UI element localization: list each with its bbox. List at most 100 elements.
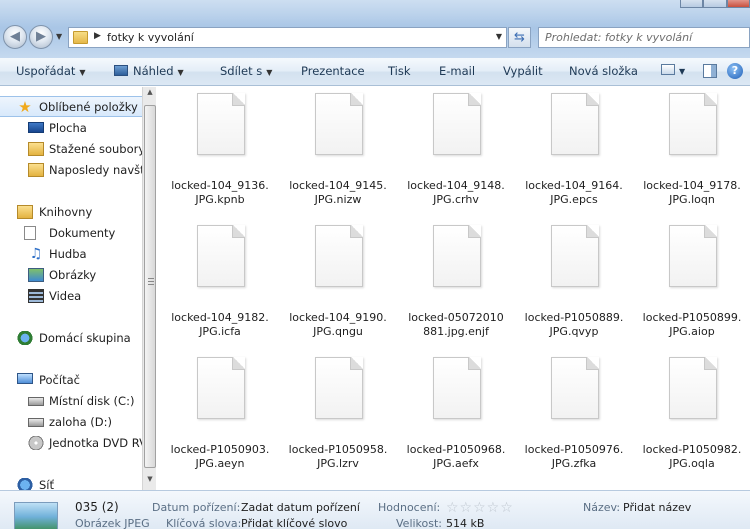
size-value: 514 kB: [446, 517, 485, 529]
star-icon: ★: [18, 98, 32, 116]
change-view-button[interactable]: ▼: [661, 64, 685, 77]
sidebar-item-desktop[interactable]: Plocha: [0, 118, 142, 139]
sidebar-item-backup[interactable]: zaloha (D:): [0, 412, 142, 433]
file-name: locked-104_9190. JPG.qngu: [289, 311, 387, 338]
sidebar-item-pictures[interactable]: Obrázky: [0, 265, 142, 286]
file-item[interactable]: locked-05072010 881.jpg.enjf: [400, 219, 512, 347]
sidebar-item-homegroup[interactable]: Domácí skupina: [0, 328, 142, 349]
file-item[interactable]: locked-P1050976. JPG.zfka: [518, 351, 630, 479]
homegroup-icon: [17, 331, 33, 345]
preview-icon: [114, 65, 128, 76]
sidebar-item-computer[interactable]: Počítač: [0, 370, 142, 391]
sidebar-item-label: Domácí skupina: [39, 331, 131, 345]
file-item[interactable]: locked-P1050958. JPG.lzrv: [282, 351, 394, 479]
maximize-button[interactable]: [703, 0, 727, 8]
file-item[interactable]: locked-104_9136. JPG.kpnb: [164, 87, 276, 215]
keywords-label: Klíčová slova:: [166, 517, 242, 529]
preview-menu[interactable]: Náhled ▼: [114, 64, 184, 78]
hard-disk-icon: [28, 418, 44, 427]
organize-label: Uspořádat: [16, 64, 76, 78]
sidebar-item-label: Oblíbené položky: [39, 100, 138, 114]
chevron-down-icon: ▼: [79, 68, 86, 77]
sidebar-item-recent[interactable]: Naposledy navšti: [0, 160, 142, 181]
blank-file-icon: [669, 357, 717, 419]
rating-stars-icon[interactable]: ☆☆☆☆☆: [446, 500, 514, 516]
keywords-value[interactable]: Přidat klíčové slovo: [241, 517, 347, 529]
file-item[interactable]: locked-104_9190. JPG.qngu: [282, 219, 394, 347]
libraries-icon: [17, 205, 33, 219]
hard-disk-icon: [28, 397, 44, 406]
scroll-up-arrow-icon[interactable]: ▲: [144, 88, 156, 102]
search-box[interactable]: [538, 27, 750, 48]
forward-button[interactable]: ▶: [29, 25, 53, 49]
sidebar-item-label: Počítač: [39, 373, 80, 387]
preview-pane-toggle[interactable]: [703, 64, 717, 78]
date-taken-value[interactable]: Zadat datum pořízení: [241, 501, 360, 514]
print-button[interactable]: Tisk: [388, 64, 411, 78]
recent-pages-dropdown[interactable]: ▼: [56, 32, 62, 41]
blank-file-icon: [315, 357, 363, 419]
blank-file-icon: [315, 225, 363, 287]
search-input[interactable]: [539, 28, 729, 47]
refresh-button[interactable]: ⇆: [508, 27, 531, 48]
title-value[interactable]: Přidat název: [623, 501, 691, 514]
breadcrumb-arrow-icon[interactable]: ▶: [94, 31, 101, 41]
address-dropdown-icon[interactable]: ▼: [496, 32, 502, 41]
file-name: locked-P1050899. JPG.aiop: [642, 311, 742, 338]
sidebar-item-favorites[interactable]: ★ Oblíbené položky: [0, 96, 142, 117]
sidebar-item-libraries[interactable]: Knihovny: [0, 202, 142, 223]
sidebar-item-label: Videa: [49, 289, 82, 303]
scroll-down-arrow-icon[interactable]: ▼: [144, 475, 156, 489]
file-item[interactable]: locked-104_9182. JPG.icfa: [164, 219, 276, 347]
close-button[interactable]: [726, 0, 750, 8]
back-button[interactable]: ◀: [3, 25, 27, 49]
details-pane: 035 (2) Obrázek JPEG Datum pořízení: Zad…: [0, 490, 750, 529]
minimize-button[interactable]: [680, 0, 704, 8]
sidebar-scrollbar[interactable]: ▲ ▼: [142, 87, 156, 490]
address-bar[interactable]: ▶ fotky k vyvolání ▼: [68, 27, 507, 48]
burn-button[interactable]: Vypálit: [503, 64, 543, 78]
sidebar-item-music[interactable]: ♫ Hudba: [0, 244, 142, 265]
slideshow-button[interactable]: Prezentace: [301, 64, 365, 78]
help-icon[interactable]: ?: [727, 63, 743, 79]
breadcrumb-current[interactable]: fotky k vyvolání: [107, 31, 194, 44]
file-item[interactable]: locked-P1050899. JPG.aiop: [636, 219, 748, 347]
file-item[interactable]: locked-P1050889. JPG.qvyp: [518, 219, 630, 347]
sidebar-item-label: Hudba: [49, 247, 87, 261]
file-name: locked-P1050982. JPG.oqla: [642, 443, 742, 470]
file-name: locked-P1050889. JPG.qvyp: [524, 311, 624, 338]
back-arrow-icon: ◀: [10, 29, 20, 44]
sidebar-item-network[interactable]: Síť: [0, 475, 142, 490]
file-item[interactable]: locked-104_9164. JPG.epcs: [518, 87, 630, 215]
file-name: locked-104_9178. JPG.loqn: [643, 179, 741, 206]
sidebar-item-label: Naposledy navšti: [49, 163, 142, 177]
computer-icon: [17, 373, 33, 384]
file-item[interactable]: locked-104_9178. JPG.loqn: [636, 87, 748, 215]
email-button[interactable]: E-mail: [439, 64, 475, 78]
file-item[interactable]: locked-P1050903. JPG.aeyn: [164, 351, 276, 479]
file-name: locked-P1050903. JPG.aeyn: [170, 443, 270, 470]
organize-menu[interactable]: Uspořádat ▼: [16, 64, 86, 78]
file-name: locked-P1050968. JPG.aefx: [406, 443, 506, 470]
new-folder-button[interactable]: Nová složka: [569, 64, 638, 78]
share-menu[interactable]: Sdílet s ▼: [220, 64, 272, 78]
sidebar-item-label: Knihovny: [39, 205, 93, 219]
file-item[interactable]: locked-104_9145. JPG.nizw: [282, 87, 394, 215]
file-name: locked-104_9164. JPG.epcs: [525, 179, 623, 206]
sidebar-item-dvd[interactable]: Jednotka DVD RV: [0, 433, 142, 454]
scrollbar-thumb[interactable]: [144, 105, 156, 468]
share-label: Sdílet s: [220, 64, 263, 78]
view-icon: [661, 64, 675, 75]
sidebar-item-local-disk[interactable]: Místní disk (C:): [0, 391, 142, 412]
file-item[interactable]: locked-P1050982. JPG.oqla: [636, 351, 748, 479]
music-note-icon: ♫: [29, 246, 43, 262]
blank-file-icon: [433, 93, 481, 155]
folder-icon: [73, 31, 88, 44]
file-item[interactable]: locked-P1050968. JPG.aefx: [400, 351, 512, 479]
sidebar-item-documents[interactable]: Dokumenty: [0, 223, 142, 244]
forward-arrow-icon: ▶: [36, 29, 46, 44]
sidebar-item-videos[interactable]: Videa: [0, 286, 142, 307]
sidebar-item-downloads[interactable]: Stažené soubory: [0, 139, 142, 160]
file-item[interactable]: locked-104_9148. JPG.crhv: [400, 87, 512, 215]
blank-file-icon: [315, 93, 363, 155]
